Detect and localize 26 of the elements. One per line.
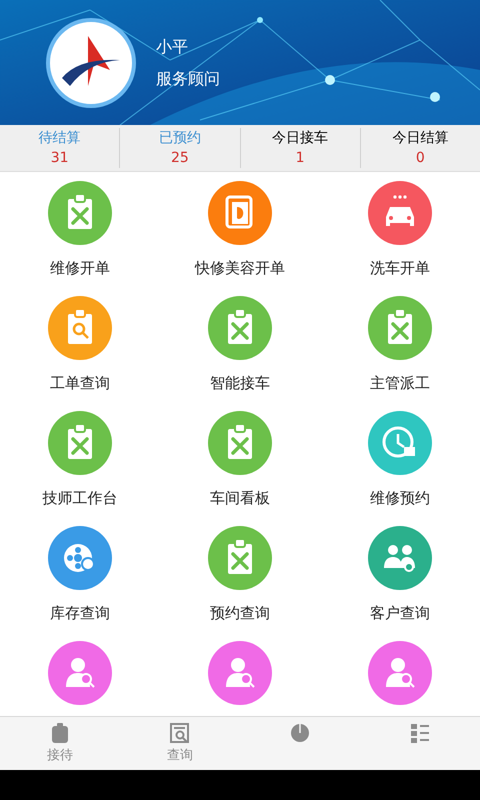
menu-item[interactable]: 车间看板: [160, 411, 320, 526]
stat-label: 待结算: [38, 129, 81, 148]
stat-label: 今日结算: [392, 129, 448, 148]
menu-item[interactable]: 库存查询: [0, 526, 160, 641]
clipboard-icon: [49, 722, 71, 744]
menu-item[interactable]: 维修开单: [0, 181, 160, 296]
menu-item[interactable]: 主管派工: [320, 296, 480, 411]
menu-item[interactable]: 客户查询: [320, 526, 480, 641]
menu-item[interactable]: 洗车开单: [320, 181, 480, 296]
list-icon: [409, 722, 431, 744]
document-search-icon: [169, 722, 191, 744]
user-role: 服务顾问: [156, 68, 220, 90]
user-name: 小平: [156, 36, 189, 58]
menu-item[interactable]: 预约查询: [160, 526, 320, 641]
stat-value: 31: [50, 149, 69, 168]
stat-label: 今日接车: [272, 129, 328, 148]
menu-item[interactable]: 技师工作台: [0, 411, 160, 526]
menu-item[interactable]: 工单查询: [0, 296, 160, 411]
stat-label: 已预约: [158, 129, 201, 148]
stat-value: 0: [416, 149, 425, 168]
menu-item[interactable]: 维修预约: [320, 411, 480, 526]
menu-item[interactable]: 智能接车: [160, 296, 320, 411]
stat-value: 1: [296, 149, 305, 168]
stat-value: 25: [170, 149, 189, 168]
menu-item[interactable]: 快修美容开单: [160, 181, 320, 296]
pie-chart-icon: [289, 722, 311, 744]
